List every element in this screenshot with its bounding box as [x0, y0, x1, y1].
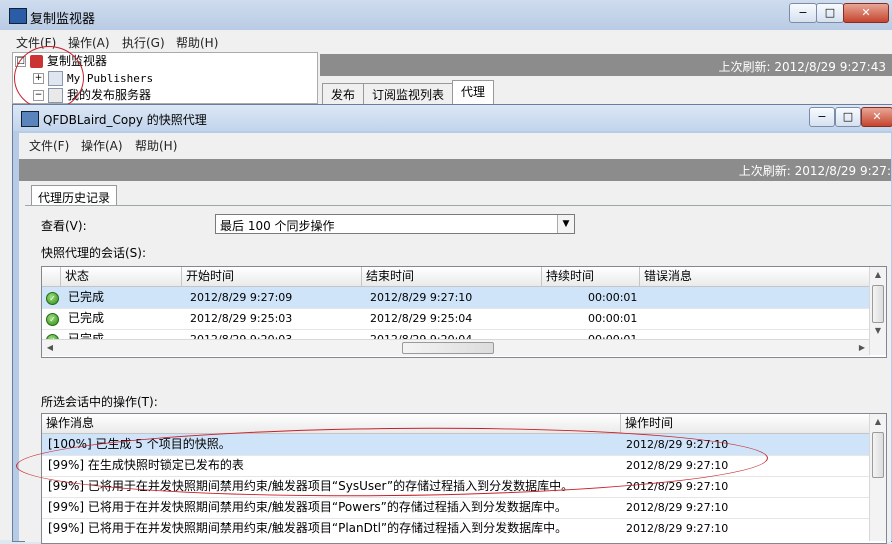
menu-help[interactable]: 帮助(H) [176, 34, 218, 51]
session-status: 已完成 [68, 290, 105, 304]
actions-vertical-scrollbar[interactable]: ▲ [869, 414, 886, 541]
view-label: 查看(V): [41, 219, 87, 233]
sessions-label: 快照代理的会话(S): [41, 246, 147, 260]
menu-file[interactable]: 文件(F) [29, 137, 69, 154]
column-header-start-time[interactable]: 开始时间 [182, 267, 362, 286]
last-refresh-text: 上次刷新: 2012/8/29 9:27:43 [718, 60, 886, 74]
actions-label: 所选会话中的操作(T): [41, 395, 158, 409]
app-icon [9, 8, 27, 24]
session-end: 2012/8/29 9:27:10 [370, 291, 473, 304]
scroll-up-icon[interactable]: ▲ [870, 267, 886, 283]
window-title: QFDBLaird_Copy 的快照代理 [43, 113, 207, 127]
scroll-thumb[interactable] [402, 342, 494, 354]
column-header-end-time[interactable]: 结束时间 [362, 267, 542, 286]
scroll-up-icon[interactable]: ▲ [870, 414, 886, 430]
session-duration: 00:00:01 [588, 291, 638, 304]
column-header-error-message[interactable]: 错误消息 [640, 267, 871, 286]
sessions-vertical-scrollbar[interactable]: ▲ ▼ [869, 267, 886, 355]
completed-icon: ✓ [46, 287, 59, 308]
scroll-thumb[interactable] [872, 285, 884, 323]
minimize-button[interactable]: − [809, 107, 835, 127]
session-start: 2012/8/29 9:27:09 [190, 291, 293, 304]
action-message: [99%] 已将用于在并发快照期间禁用约束/触发器项目“PlanDtl”的存储过… [48, 521, 568, 535]
scroll-thumb[interactable] [872, 432, 884, 478]
close-button[interactable]: ✕ [861, 107, 892, 127]
back-tab-strip: 发布 订阅监视列表 代理 [322, 80, 892, 106]
minimize-button[interactable]: − [789, 3, 817, 23]
action-row[interactable]: [99%] 已将用于在并发快照期间禁用约束/触发器项目“Powers”的存储过程… [42, 497, 870, 519]
menu-action[interactable]: 操作(A) [68, 34, 110, 51]
window-icon [21, 111, 39, 127]
completed-icon: ✓ [46, 308, 59, 329]
tab-publications[interactable]: 发布 [322, 83, 365, 106]
window-title: 复制监视器 [30, 12, 96, 27]
action-time: 2012/8/29 9:27:10 [626, 522, 729, 535]
sessions-horizontal-scrollbar[interactable]: ◀ ▶ [42, 339, 870, 356]
view-dropdown-value: 最后 100 个同步操作 [220, 219, 335, 233]
session-end: 2012/8/29 9:25:04 [370, 312, 473, 325]
row-selector-header [42, 267, 61, 286]
tab-agents[interactable]: 代理 [452, 80, 495, 106]
action-message: [99%] 已将用于在并发快照期间禁用约束/触发器项目“Powers”的存储过程… [48, 500, 567, 514]
column-header-status[interactable]: 状态 [61, 267, 182, 286]
sessions-grid: 状态 开始时间 结束时间 持续时间 错误消息 ✓ 已完成 2012/8/29 9… [41, 266, 887, 358]
close-button[interactable]: ✕ [843, 3, 889, 23]
back-titlebar[interactable]: 复制监视器 − □ ✕ [0, 0, 892, 30]
column-header-duration[interactable]: 持续时间 [542, 267, 640, 286]
front-header-bar: 上次刷新: 2012/8/29 9:27: [19, 159, 891, 181]
maximize-button[interactable]: □ [835, 107, 861, 127]
maximize-button[interactable]: □ [816, 3, 844, 23]
menu-action[interactable]: 操作(A) [81, 137, 123, 154]
highlight-ellipse [14, 46, 84, 110]
tab-subscription-watch-list[interactable]: 订阅监视列表 [363, 83, 454, 106]
column-header-action-time[interactable]: 操作时间 [621, 414, 871, 433]
session-duration: 00:00:01 [588, 312, 638, 325]
session-start: 2012/8/29 9:25:03 [190, 312, 293, 325]
last-refresh-text: 上次刷新: 2012/8/29 9:27: [738, 164, 891, 178]
view-dropdown[interactable]: 最后 100 个同步操作 ▼ [215, 214, 575, 234]
session-row[interactable]: ✓ 已完成 2012/8/29 9:27:09 2012/8/29 9:27:1… [42, 287, 870, 309]
menu-run[interactable]: 执行(G) [122, 34, 165, 51]
scroll-left-icon[interactable]: ◀ [42, 340, 58, 356]
back-header-bar: 上次刷新: 2012/8/29 9:27:43 [320, 54, 892, 76]
front-titlebar[interactable]: QFDBLaird_Copy 的快照代理 − □ ✕ [13, 105, 892, 131]
scroll-right-icon[interactable]: ▶ [854, 340, 870, 356]
session-row[interactable]: ✓ 已完成 2012/8/29 9:25:03 2012/8/29 9:25:0… [42, 308, 870, 330]
action-row[interactable]: [99%] 已将用于在并发快照期间禁用约束/触发器项目“PlanDtl”的存储过… [42, 518, 870, 539]
scroll-down-icon[interactable]: ▼ [870, 323, 886, 339]
front-menubar: 文件(F) 操作(A) 帮助(H) [19, 133, 891, 155]
session-status: 已完成 [68, 311, 105, 325]
back-menubar: 文件(F) 操作(A) 执行(G) 帮助(H) [0, 30, 892, 52]
action-time: 2012/8/29 9:27:10 [626, 501, 729, 514]
chevron-down-icon[interactable]: ▼ [557, 215, 574, 233]
sessions-header: 状态 开始时间 结束时间 持续时间 错误消息 [42, 267, 871, 287]
menu-help[interactable]: 帮助(H) [135, 137, 177, 154]
